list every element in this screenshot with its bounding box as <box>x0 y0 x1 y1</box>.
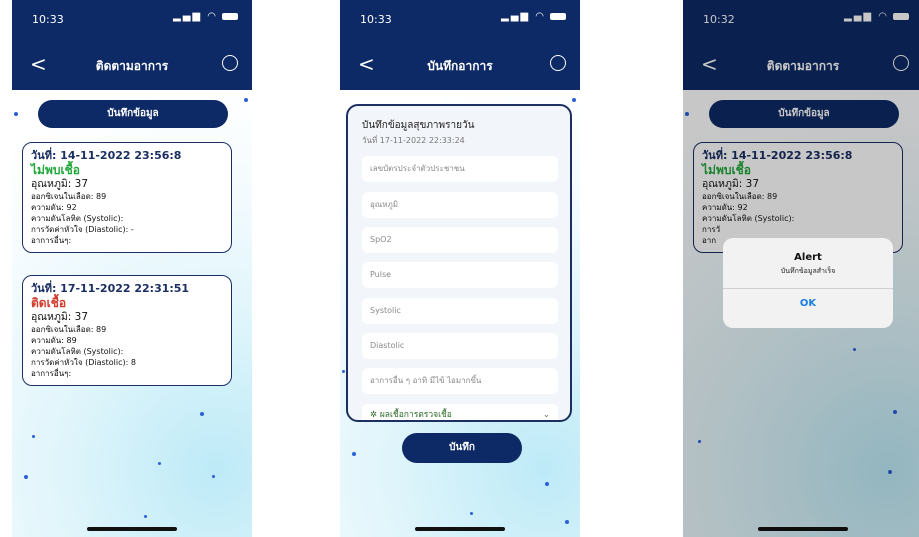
chat-icon[interactable] <box>550 55 566 71</box>
record-data-button[interactable]: บันทึกข้อมูล <box>38 100 228 128</box>
status-time: 10:33 <box>32 13 64 26</box>
record-other: อาการอื่นๆ: <box>31 369 72 378</box>
alert-divider <box>723 288 893 289</box>
record-status: ไม่พบเชื้อ <box>31 163 80 177</box>
alert-title: Alert <box>794 252 822 263</box>
signal-wifi-battery-icon: ▂▄▆ ◠ <box>173 11 238 22</box>
alert-dialog: Alert บันทึกข้อมูลสำเร็จ OK <box>723 238 893 328</box>
decor-dot <box>200 412 204 416</box>
pulse-input[interactable]: Pulse <box>362 262 558 288</box>
decor-dot <box>545 482 549 486</box>
record-oxygen: ออกซิเจนในเลือด: 89 <box>31 192 107 201</box>
record-systolic: ความดันโลหิต (Systolic): <box>31 347 124 356</box>
record-diastolic: การวัดค่าหัวใจ (Diastolic): - <box>31 225 134 234</box>
record-systolic: ความดันโลหิต (Systolic): <box>31 214 124 223</box>
form-date: วันที่ 17-11-2022 22:33:24 <box>362 136 465 145</box>
decor-dot <box>352 452 356 456</box>
chat-icon[interactable] <box>222 55 238 71</box>
decor-dot <box>470 512 473 515</box>
spo2-input[interactable]: SpO2 <box>362 227 558 253</box>
save-button[interactable]: บันทึก <box>402 433 522 463</box>
nav-title: บันทึกอาการ <box>427 59 493 73</box>
select-label: ผลเชื้อการตรวจเชื้อ <box>379 410 452 420</box>
home-indicator <box>415 527 505 531</box>
decor-dot <box>342 370 345 373</box>
content-area: บันทึกข้อมูล วันที่: 14-11-2022 23:56:8 … <box>12 90 252 537</box>
record-pressure: ความดัน: 92 <box>31 203 77 212</box>
record-pressure: ความดัน: 89 <box>31 336 77 345</box>
virus-icon: ✲ <box>370 410 380 420</box>
screen-symptom-tracking: 10:33 ▂▄▆ ◠ < ติดตามอาการ บันทึกข้อมูล ว… <box>12 0 252 537</box>
ok-button[interactable]: OK <box>723 298 893 309</box>
decor-dot <box>24 475 28 479</box>
systolic-input[interactable]: Systolic <box>362 298 558 324</box>
record-status: ติดเชื้อ <box>31 296 67 310</box>
signal-wifi-battery-icon: ▂▄▆ ◠ <box>501 11 566 22</box>
record-other: อาการอื่นๆ: <box>31 236 72 245</box>
nav-title: ติดตามอาการ <box>95 59 169 73</box>
record-temperature: อุณหภูมิ: 37 <box>31 178 89 190</box>
id-card-input[interactable]: เลขบัตรประจำตัวประชาชน <box>362 156 558 182</box>
nav-bar: < บันทึกอาการ <box>340 40 580 90</box>
nav-bar: < ติดตามอาการ <box>12 40 252 90</box>
status-bar: 10:33 ▂▄▆ ◠ <box>340 0 580 40</box>
decor-dot <box>158 462 161 465</box>
chevron-down-icon: ⌄ <box>542 410 550 420</box>
alert-message: บันทึกข้อมูลสำเร็จ <box>780 267 836 275</box>
decor-dot <box>572 98 576 102</box>
content-area: บันทึกข้อมูลสุขภาพรายวัน วันที่ 17-11-20… <box>340 90 580 537</box>
decor-dot <box>144 515 147 518</box>
record-card[interactable]: วันที่: 17-11-2022 22:31:51 ติดเชื้อ อุณ… <box>22 275 232 386</box>
record-oxygen: ออกซิเจนในเลือด: 89 <box>31 325 107 334</box>
screen-record-symptoms: 10:33 ▂▄▆ ◠ < บันทึกอาการ บันทึกข้อมูลสุ… <box>340 0 580 537</box>
other-symptoms-input[interactable]: อาการอื่น ๆ อาทิ มีไข้ ไอมากขึ้น <box>362 368 558 394</box>
record-date: วันที่: 14-11-2022 23:56:8 <box>31 149 182 162</box>
decor-dot <box>565 520 569 524</box>
screen-symptom-tracking-alert: 10:32 ▂▄▆ ◠ < ติดตามอาการ บันทึกข้อมูล ว… <box>683 0 919 537</box>
diastolic-input[interactable]: Diastolic <box>362 333 558 359</box>
decor-dot <box>212 475 215 478</box>
health-form: บันทึกข้อมูลสุขภาพรายวัน วันที่ 17-11-20… <box>346 104 572 422</box>
temperature-input[interactable]: อุณหภูมิ <box>362 192 558 218</box>
decor-dot <box>14 112 18 116</box>
status-time: 10:33 <box>360 13 392 26</box>
record-temperature: อุณหภูมิ: 37 <box>31 311 89 323</box>
record-card[interactable]: วันที่: 14-11-2022 23:56:8 ไม่พบเชื้อ อุ… <box>22 142 232 253</box>
test-result-select[interactable]: ✲ ผลเชื้อการตรวจเชื้อ ⌄ <box>362 404 558 420</box>
record-diastolic: การวัดค่าหัวใจ (Diastolic): 8 <box>31 358 136 367</box>
decor-dot <box>32 435 35 438</box>
decor-dot <box>244 98 248 102</box>
home-indicator <box>87 527 177 531</box>
status-bar: 10:33 ▂▄▆ ◠ <box>12 0 252 40</box>
form-title: บันทึกข้อมูลสุขภาพรายวัน <box>362 120 475 131</box>
record-date: วันที่: 17-11-2022 22:31:51 <box>31 282 190 295</box>
